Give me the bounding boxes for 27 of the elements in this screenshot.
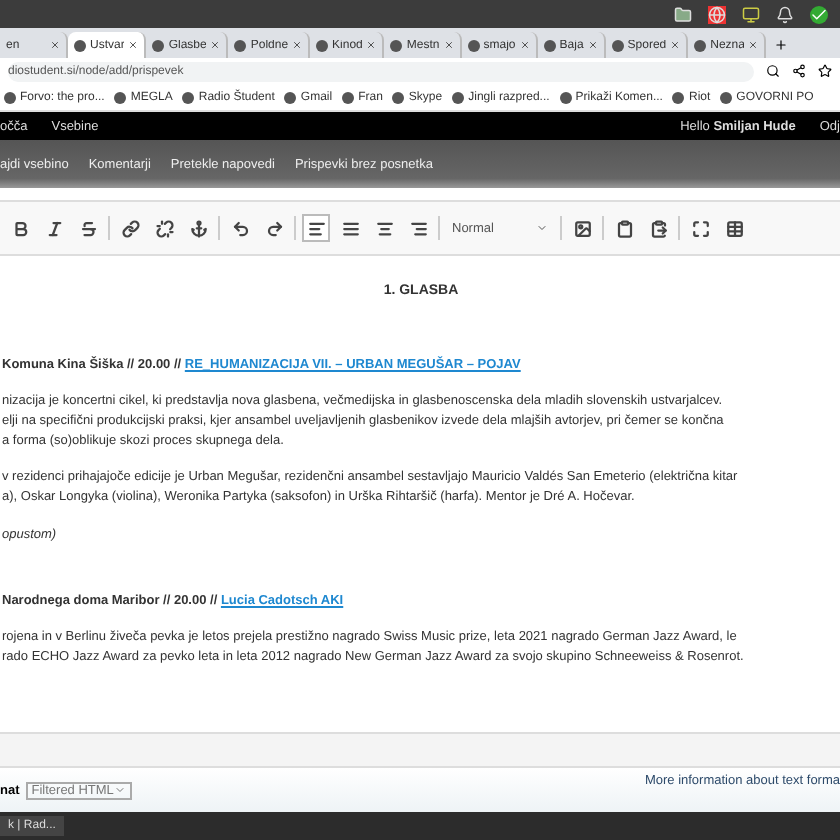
align-icon xyxy=(409,219,427,237)
tab-favicon-icon xyxy=(694,39,707,51)
bell-icon[interactable] xyxy=(776,5,794,23)
tab-favicon-icon xyxy=(390,39,403,51)
folder-icon[interactable] xyxy=(674,5,692,23)
search-icon[interactable] xyxy=(766,64,780,78)
tab-favicon-icon xyxy=(467,39,480,51)
check-icon[interactable] xyxy=(810,5,828,23)
chevron-icon xyxy=(536,222,548,234)
unlink-icon[interactable] xyxy=(150,214,178,242)
tab-favicon-icon xyxy=(74,39,86,51)
link-icon[interactable] xyxy=(116,214,144,242)
align-button[interactable] xyxy=(302,214,330,242)
align-icon xyxy=(341,219,359,237)
star-icon[interactable] xyxy=(818,64,832,78)
align-icon xyxy=(375,219,393,237)
new-tab-icon[interactable] xyxy=(774,38,789,52)
monitor-icon[interactable] xyxy=(742,5,760,23)
tab-favicon-icon xyxy=(234,39,247,51)
chevron-icon xyxy=(113,784,126,796)
tab-favicon-icon xyxy=(611,39,624,51)
share-icon[interactable] xyxy=(792,64,806,78)
network-icon[interactable] xyxy=(708,5,726,23)
tab-favicon-icon xyxy=(543,39,556,51)
tab-favicon-icon xyxy=(152,39,165,51)
align-icon xyxy=(307,219,325,237)
tab-favicon-icon xyxy=(316,39,329,51)
